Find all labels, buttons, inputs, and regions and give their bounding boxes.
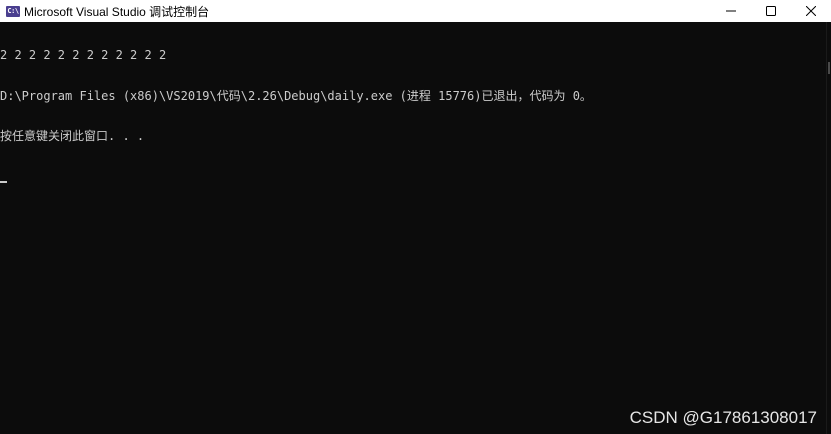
window-controls — [711, 0, 831, 22]
console-line-output: 2 2 2 2 2 2 2 2 2 2 2 2 — [0, 48, 167, 62]
maximize-button[interactable] — [751, 0, 791, 22]
minimize-button[interactable] — [711, 0, 751, 22]
watermark: CSDN @G17861308017 — [629, 408, 817, 427]
minimize-icon — [726, 10, 736, 12]
close-icon — [806, 6, 816, 16]
title-bar[interactable]: C:\ Microsoft Visual Studio 调试控制台 — [0, 0, 831, 22]
console-app-icon: C:\ — [6, 5, 20, 17]
scrollbar-thumb[interactable] — [828, 62, 830, 74]
window-title: Microsoft Visual Studio 调试控制台 — [24, 4, 210, 19]
text-cursor — [0, 180, 7, 183]
maximize-icon — [766, 6, 776, 16]
console-line-press-key: 按任意键关闭此窗口. . . — [0, 129, 145, 143]
console-window: C:\ Microsoft Visual Studio 调试控制台 2 2 2 … — [0, 0, 831, 434]
scrollbar[interactable] — [826, 22, 831, 434]
app-icon-text: C:\ — [7, 6, 19, 15]
console-output[interactable]: 2 2 2 2 2 2 2 2 2 2 2 2 D:\Program Files… — [0, 22, 826, 434]
close-button[interactable] — [791, 0, 831, 22]
console-line-exit-status: D:\Program Files (x86)\VS2019\代码\2.26\De… — [0, 88, 592, 103]
